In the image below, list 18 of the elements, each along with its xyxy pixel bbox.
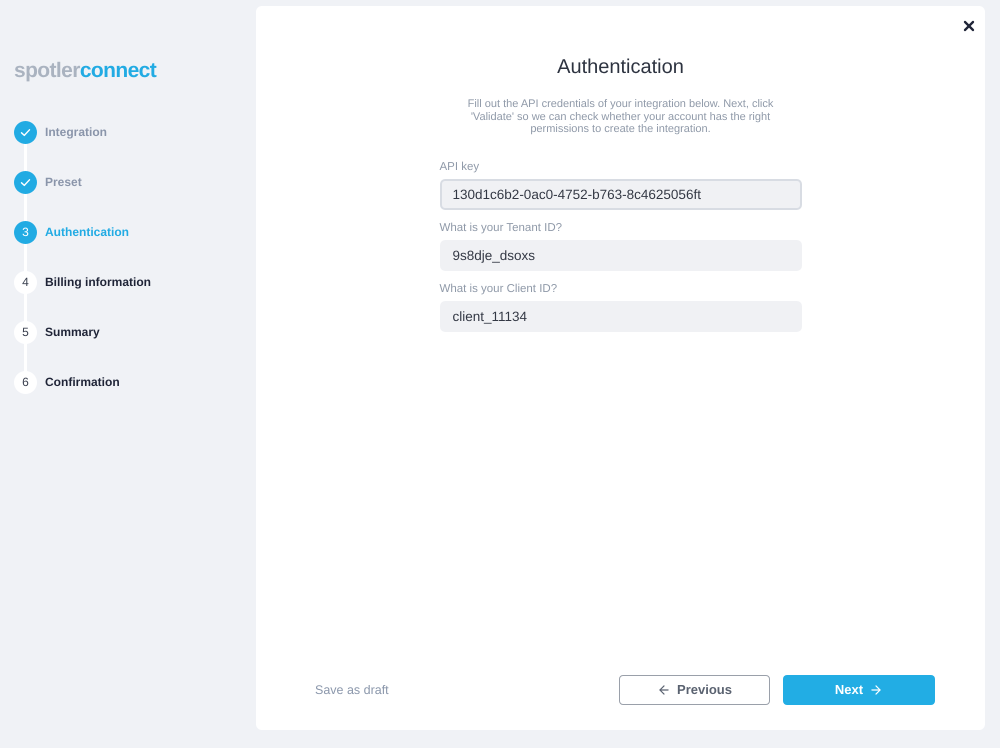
step-number: 3	[14, 220, 37, 244]
input-field[interactable]: 130d1c6b2-0ac0-4752-b763-8c4625056ft	[440, 178, 802, 210]
field-label: API key	[440, 160, 480, 174]
step-number: 5	[14, 320, 37, 344]
step-label[interactable]: Confirmation	[45, 373, 120, 391]
input-field[interactable]: client_11134	[440, 300, 802, 332]
page-title: Authentication	[557, 55, 684, 79]
close-icon	[961, 18, 977, 34]
input-field[interactable]: 9s8dje_dsoxs	[440, 240, 802, 270]
field-label: What is your Client ID?	[440, 282, 558, 296]
step-number: 4	[14, 270, 37, 294]
field-label: What is your Tenant ID?	[440, 220, 562, 234]
step-label[interactable]: Billing information	[45, 273, 151, 291]
step-label[interactable]: Summary	[45, 323, 100, 341]
page-description: Fill out the API credentials of your integration below. Next, click 'Validate' so we can check whether your account has the right permissions to create the integration.	[466, 98, 774, 136]
step-number: 6	[14, 370, 37, 394]
previous-button[interactable]: Previous	[619, 675, 770, 705]
logo-wordmark: spotlerconnect	[14, 58, 156, 84]
